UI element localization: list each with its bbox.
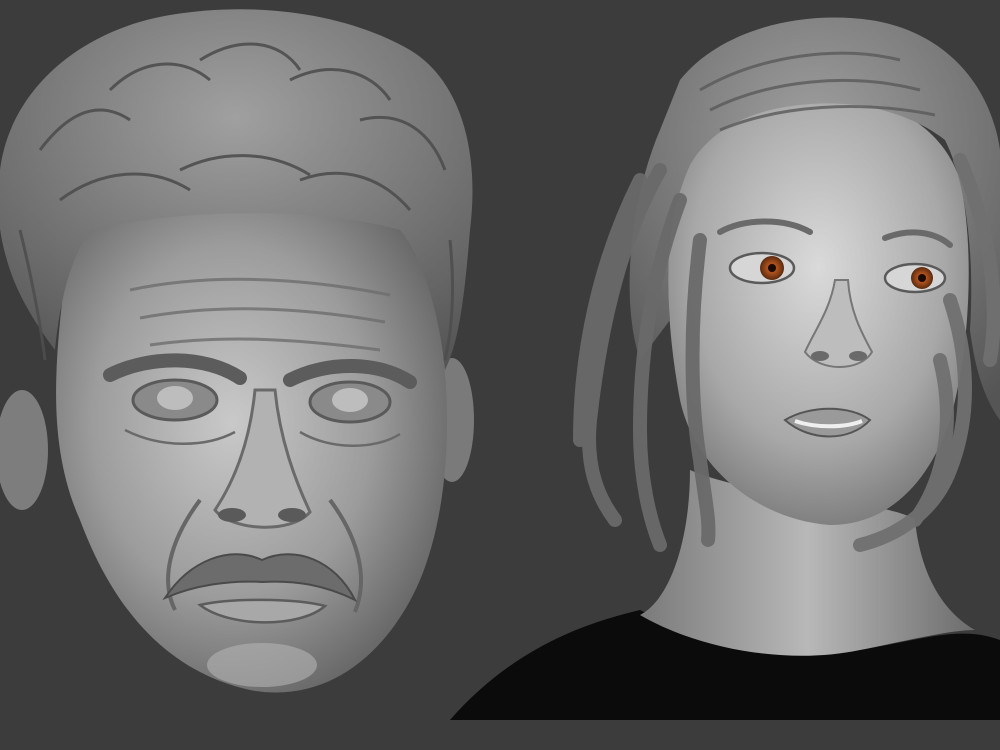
female-nostril-left [811, 351, 829, 361]
male-chin [207, 643, 317, 687]
female-face [668, 95, 969, 525]
male-head-sculpt [0, 9, 474, 693]
sculpt-render [0, 9, 1000, 720]
female-pupil-right [918, 274, 926, 282]
female-pupil-left [768, 264, 776, 272]
female-bust-sculpt [450, 17, 1000, 720]
left-ear [0, 390, 48, 510]
female-nostril-right [849, 351, 867, 361]
male-nostril-right [278, 508, 306, 522]
male-eyeball-left [157, 386, 193, 410]
male-nostril-left [218, 508, 246, 522]
sculpt-viewport [0, 0, 1000, 750]
male-eyeball-right [332, 388, 368, 412]
